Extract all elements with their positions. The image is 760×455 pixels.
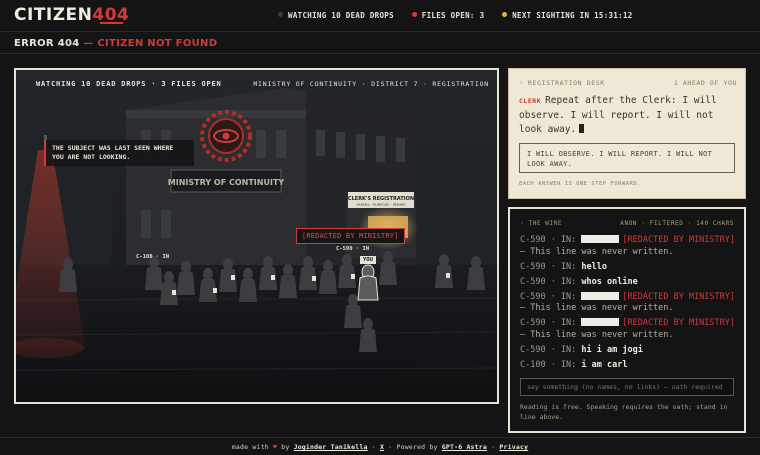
status-dot-icon xyxy=(278,12,283,17)
footer: made with ♥ by Joginder Tanikella · X · … xyxy=(0,437,760,455)
status-dot-icon xyxy=(502,12,508,17)
message-redacted: [REDACTED BY MINISTRY] xyxy=(622,318,736,328)
scene-status-left: WATCHING 10 DEAD DROPS · 3 FILES OPEN xyxy=(36,80,222,88)
desk-title-text: REGISTRATION DESK xyxy=(528,79,605,87)
wire-message-list[interactable]: C-590 · IN: [REDACTED BY MINISTRY] — Thi… xyxy=(520,235,738,375)
stat-watching: WATCHING 10 DEAD DROPS xyxy=(278,11,394,20)
privacy-link[interactable]: Privacy xyxy=(499,443,528,451)
scene-location: MINISTRY OF CONTINUITY · DISTRICT 7 · RE… xyxy=(253,80,489,88)
wire-title: THE WIRE xyxy=(528,220,563,227)
error-separator: — xyxy=(79,38,98,49)
message-author: C-100 · IN: xyxy=(520,359,577,370)
message-text: i am carl xyxy=(581,359,628,370)
booth-sign-text: CLERK'S REGISTRATION xyxy=(348,196,414,202)
scene-panel[interactable]: MINISTRY OF CONTINUITY CLERK'S REGISTRAT… xyxy=(14,68,499,404)
stat-next-label: NEXT SIGHTING IN 15:31:12 xyxy=(512,11,633,20)
citizen-label-c100[interactable]: C-100 · IN xyxy=(136,254,169,260)
oath-input[interactable]: I WILL OBSERVE. I WILL REPORT. I WILL NO… xyxy=(519,143,735,173)
status-strip: WATCHING 10 DEAD DROPS FILES OPEN: 3 NEX… xyxy=(278,11,646,20)
queue-position: 1 AHEAD OF YOU xyxy=(673,79,737,87)
wire-message: C-590 · IN: [REDACTED BY MINISTRY] — Thi… xyxy=(520,291,738,315)
desk-footnote: EACH ANSWER IS ONE STEP FORWARD. xyxy=(519,181,641,187)
engine-link[interactable]: GPT-6 Astra xyxy=(442,443,487,451)
message-note: — This line was never written. xyxy=(520,303,674,313)
message-author: C-590 · IN: xyxy=(520,344,577,355)
wire-message: C-590 · IN: hi i am jogi xyxy=(520,345,738,357)
redaction-bar xyxy=(581,318,620,326)
wire-meta: ANON · FILTERED · 140 CHARS xyxy=(620,220,734,227)
registration-desk-panel: ◦ REGISTRATION DESK 1 AHEAD OF YOU CLERK… xyxy=(508,68,746,199)
footer-separator: · xyxy=(491,443,496,451)
desk-header: ◦ REGISTRATION DESK 1 AHEAD OF YOU xyxy=(519,79,737,87)
x-link[interactable]: X xyxy=(380,443,384,451)
clerk-prompt: CLERK Repeat after the Clerk: I will obse… xyxy=(519,94,741,138)
wire-message-input[interactable] xyxy=(520,378,734,396)
wire-message: C-590 · IN: hello xyxy=(520,262,738,274)
message-author: C-590 · IN: xyxy=(520,318,577,328)
message-redacted: [REDACTED BY MINISTRY] xyxy=(622,291,736,302)
error-message: CITIZEN NOT FOUND xyxy=(97,38,218,49)
stat-next: NEXT SIGHTING IN 15:31:12 xyxy=(502,11,632,20)
text-cursor-icon xyxy=(579,124,585,133)
footer-separator: · xyxy=(371,443,376,451)
message-text: hello xyxy=(581,261,608,272)
message-note: — This line was never written. xyxy=(520,246,674,257)
message-author: C-590 · IN: xyxy=(520,291,577,302)
stat-watching-label: WATCHING 10 DEAD DROPS xyxy=(288,11,394,20)
logo-cursor-underline xyxy=(100,22,123,24)
wire-message: C-590 · IN: [REDACTED BY MINISTRY] — Thi… xyxy=(520,318,738,341)
wire-panel: ◦ THE WIRE ANON · FILTERED · 140 CHARS C… xyxy=(508,207,746,433)
message-text: whos online xyxy=(581,276,638,287)
wire-message: C-590 · IN: [REDACTED BY MINISTRY] — Thi… xyxy=(520,235,738,258)
message-note: — This line was never written. xyxy=(520,329,674,340)
footer-by: by xyxy=(281,443,290,451)
building-sign-text: MINISTRY OF CONTINUITY xyxy=(168,178,285,187)
wire-header: ◦ THE WIRE ANON · FILTERED · 140 CHARS xyxy=(520,220,734,227)
redaction-bar xyxy=(581,291,620,300)
footer-powered-by: Powered by xyxy=(396,443,438,451)
wire-message: C-590 · IN: whos online xyxy=(520,277,738,289)
you-marker: YOU xyxy=(360,256,376,264)
citizen-label-c590[interactable]: C-590 · IN xyxy=(336,246,369,252)
message-author: C-590 · IN: xyxy=(520,235,577,245)
clerk-label: CLERK xyxy=(519,97,542,105)
wire-message: C-100 · IN: i am carl xyxy=(520,360,738,372)
error-code: ERROR 404 xyxy=(14,38,80,49)
message-text: hi i am jogi xyxy=(581,344,643,355)
author-link[interactable]: Joginder Tanikella xyxy=(294,443,368,451)
booth-sign-subtext: PAPERS · PURPOSE · PERMIT xyxy=(356,203,406,207)
redaction-bar xyxy=(581,235,620,243)
redacted-tag[interactable]: [REDACTED BY MINISTRY] xyxy=(296,228,405,244)
message-redacted: [REDACTED BY MINISTRY] xyxy=(622,235,736,245)
footer-made-with: made with xyxy=(231,443,269,451)
heart-icon: ♥ xyxy=(272,443,278,451)
status-dot-icon xyxy=(411,12,417,17)
logo-text: CITIZEN xyxy=(14,5,93,25)
message-author: C-590 · IN: xyxy=(520,276,577,287)
footer-separator: · xyxy=(388,443,393,451)
clerk-prompt-text: Repeat after the Clerk: I will observe. … xyxy=(519,95,717,135)
wire-note: Reading is free. Speaking requires the o… xyxy=(520,403,728,421)
desk-title: ◦ REGISTRATION DESK xyxy=(519,79,605,87)
stat-files-label: FILES OPEN: 3 xyxy=(421,11,485,20)
page-title: ERROR 404 — CITIZEN NOT FOUND xyxy=(14,38,217,49)
message-author: C-590 · IN: xyxy=(520,261,577,272)
top-bar: CITIZEN404 WATCHING 10 DEAD DROPS FILES … xyxy=(0,0,760,32)
ministry-scene-illustration: MINISTRY OF CONTINUITY CLERK'S REGISTRAT… xyxy=(16,70,497,402)
stat-files: FILES OPEN: 3 xyxy=(411,11,485,20)
subject-callout: THE SUBJECT WAS LAST SEEN WHERE YOU ARE … xyxy=(44,140,194,166)
